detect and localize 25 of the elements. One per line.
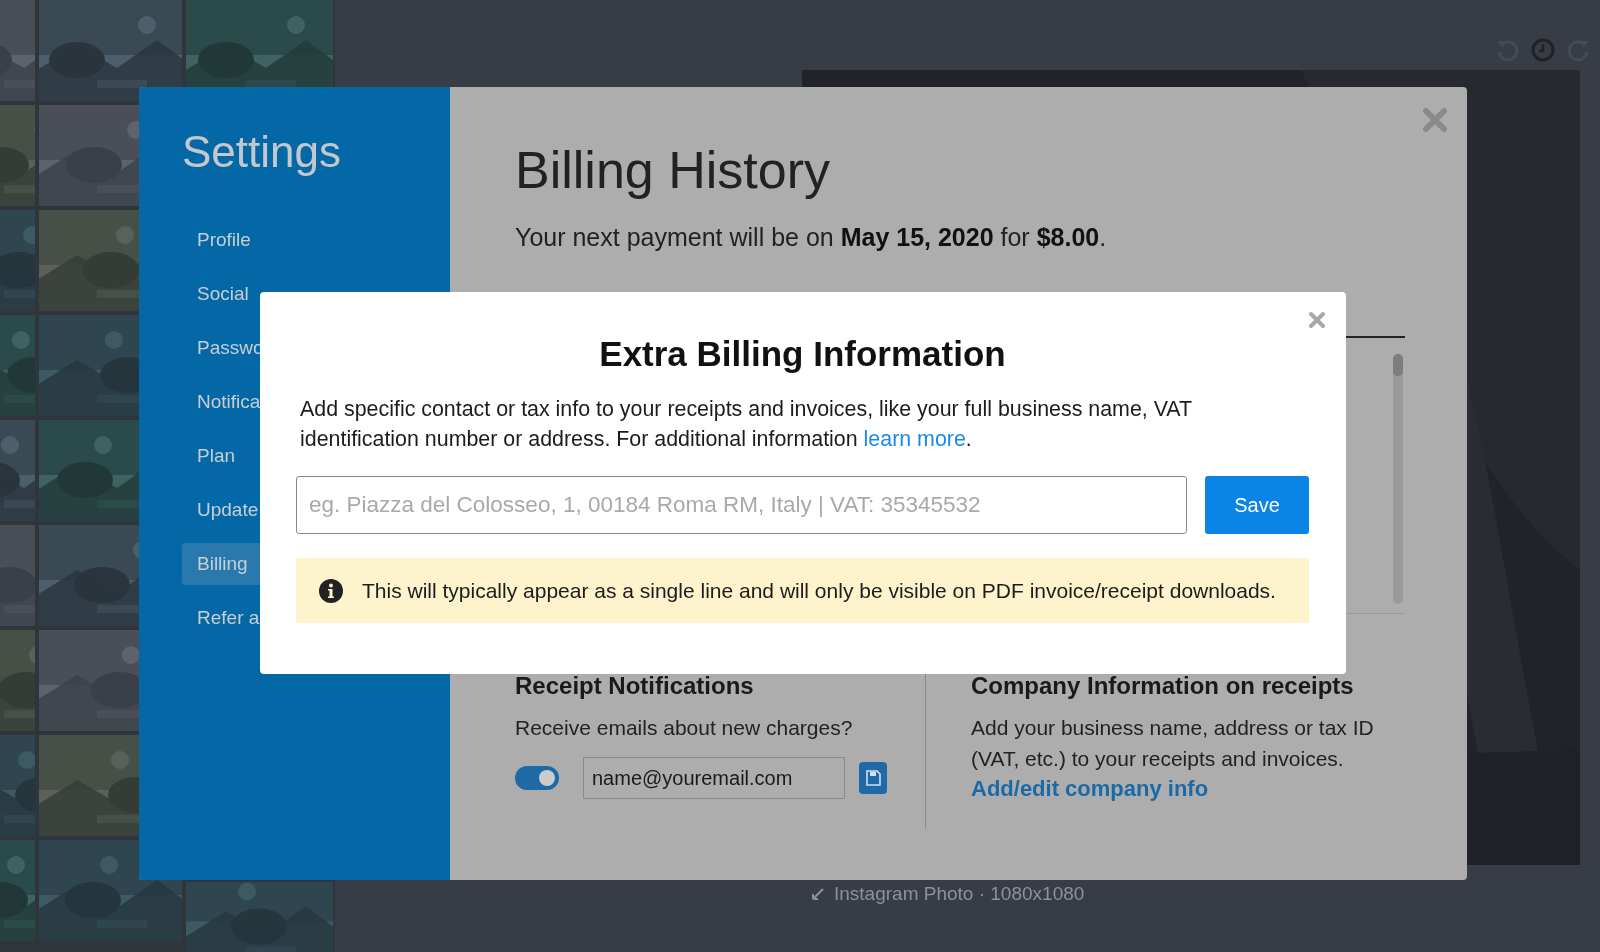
resize-icon [810,886,826,902]
scrollbar-thumb[interactable] [1393,354,1403,376]
history-icon[interactable] [1530,37,1556,63]
save-button[interactable]: Save [1205,476,1309,534]
sidebar-item[interactable]: Profile [182,219,422,261]
learn-more-link[interactable]: learn more [863,427,966,451]
company-info-link[interactable]: Add/edit company info [971,776,1209,802]
payment-summary: Your next payment will be on May 15, 2020 for $8.00. [515,223,1108,252]
settings-title: Settings [182,127,342,177]
canvas-size-label: Instagram Photo · 1080x1080 [834,883,1085,905]
save-icon[interactable] [859,762,887,794]
toggle-switch[interactable] [515,766,559,790]
close-icon[interactable] [1422,107,1448,133]
modal-title: Extra Billing Information [598,334,1007,374]
section-text: Receive emails about new charges? [515,715,854,741]
email-field[interactable]: name@youremail.com [583,757,845,799]
page-title: Billing History [515,140,831,201]
section-heading: Company Information on receipts [971,672,1355,700]
section-heading: Receipt Notifications [515,672,755,700]
section-text: Add your business name, address or tax ID (VAT, etc.) to your receipts and invoices. [971,715,1375,772]
close-icon[interactable] [1308,311,1326,329]
info-icon [318,577,344,604]
notice-text: This will typically appear as a single line and will only be visible on PDF invoice/receipt downloads. [362,578,1276,603]
modal-description: Add specific contact or tax info to your receipts and invoices, like your full business name, VAT identification number or address. For additional information learn more. [300,396,1193,453]
billing-info-field[interactable]: eg. Piazza del Colosseo, 1, 00184 Roma RM, Italy | VAT: 35345532 [296,476,1187,534]
